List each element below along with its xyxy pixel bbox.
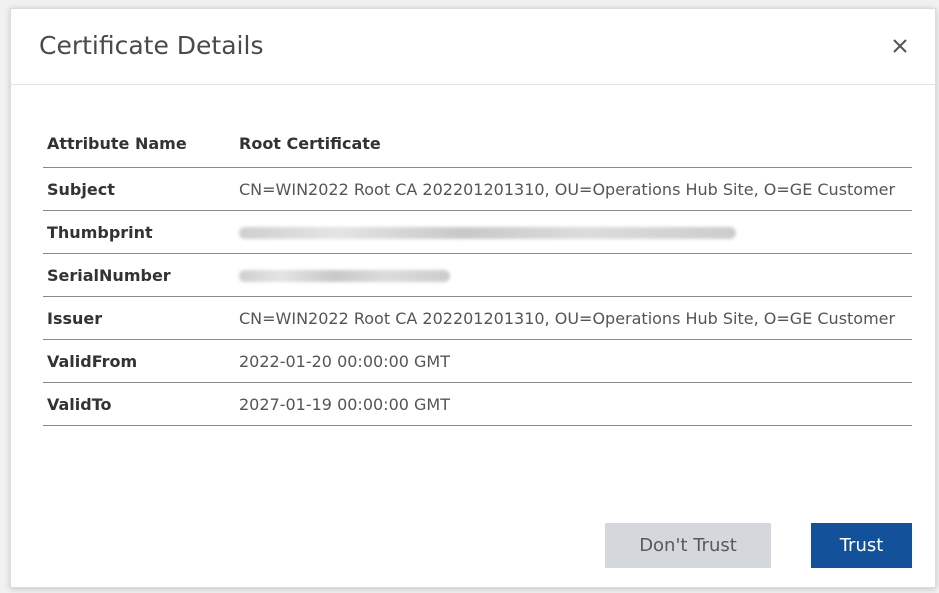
attribute-value: 2027-01-19 00:00:00 GMT	[223, 382, 912, 426]
table-row-validfrom: ValidFrom 2022-01-20 00:00:00 GMT	[43, 339, 912, 383]
attribute-name: SerialNumber	[43, 253, 223, 297]
attribute-name: ValidTo	[43, 382, 223, 426]
table-row-validto: ValidTo 2027-01-19 00:00:00 GMT	[43, 382, 912, 426]
attribute-value: CN=WIN2022 Root CA 202201201310, OU=Oper…	[223, 296, 912, 340]
certificate-attributes-table: Attribute Name Root Certificate Subject …	[43, 120, 912, 426]
attribute-name: Thumbprint	[43, 210, 223, 254]
attribute-value-redacted	[223, 210, 912, 254]
dont-trust-button[interactable]: Don't Trust	[605, 523, 771, 568]
column-header-root-certificate: Root Certificate	[223, 120, 912, 168]
redacted-thumbprint	[239, 226, 736, 239]
attribute-name: Subject	[43, 167, 223, 211]
table-row-serialnumber: SerialNumber	[43, 253, 912, 297]
dialog-title: Certificate Details	[39, 31, 264, 60]
certificate-details-dialog: Certificate Details Attribute Name Root …	[10, 8, 936, 588]
attribute-name: ValidFrom	[43, 339, 223, 383]
attribute-name: Issuer	[43, 296, 223, 340]
attribute-value: 2022-01-20 00:00:00 GMT	[223, 339, 912, 383]
table-row-thumbprint: Thumbprint	[43, 210, 912, 254]
close-icon	[887, 33, 913, 59]
column-header-attribute-name: Attribute Name	[43, 120, 223, 168]
table-row-subject: Subject CN=WIN2022 Root CA 202201201310,…	[43, 167, 912, 211]
close-button[interactable]	[887, 33, 913, 59]
attribute-value: CN=WIN2022 Root CA 202201201310, OU=Oper…	[223, 167, 912, 211]
trust-button[interactable]: Trust	[811, 523, 912, 568]
table-header-row: Attribute Name Root Certificate	[43, 120, 912, 168]
table-row-issuer: Issuer CN=WIN2022 Root CA 202201201310, …	[43, 296, 912, 340]
redacted-serial-number	[239, 269, 450, 282]
attribute-value-redacted	[223, 253, 912, 297]
dialog-header: Certificate Details	[11, 9, 935, 85]
